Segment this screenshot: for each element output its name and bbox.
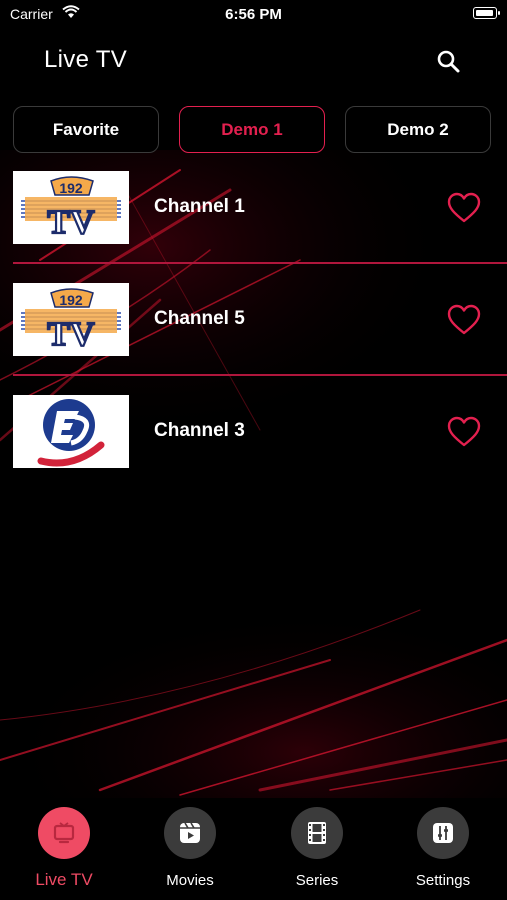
favorite-heart-icon[interactable] [447, 416, 481, 448]
search-icon[interactable] [435, 48, 463, 76]
tv-icon [38, 807, 90, 859]
category-filters: Favorite Demo 1 Demo 2 [13, 106, 491, 156]
svg-text:TV: TV [47, 204, 95, 241]
tab-label: Series [295, 872, 339, 889]
channel-logo: 192 TV [13, 283, 129, 356]
filter-demo-1-button[interactable]: Demo 1 [179, 106, 325, 153]
filter-favorite-button[interactable]: Favorite [13, 106, 159, 153]
channel-name: Channel 5 [154, 308, 245, 329]
status-time: 6:56 PM [225, 6, 282, 23]
tab-series[interactable]: Series [262, 798, 372, 900]
tab-movies[interactable]: Movies [135, 798, 245, 900]
sliders-icon [417, 807, 469, 859]
tab-live-tv[interactable]: Live TV [9, 798, 119, 900]
tab-label: Settings [415, 872, 471, 889]
tv-192-logo: 192 TV [13, 171, 129, 244]
channel-name: Channel 1 [154, 196, 245, 217]
header: Live TV [0, 40, 507, 84]
tv-192-logo: 192 TV [13, 283, 129, 356]
favorite-heart-icon[interactable] [447, 304, 481, 336]
channel-row[interactable]: 192 TV Channel 1 [0, 170, 507, 282]
movies-icon [164, 807, 216, 859]
channel-logo [13, 395, 129, 468]
row-divider [13, 262, 507, 264]
page-title: Live TV [44, 46, 128, 73]
status-bar: Carrier 6:56 PM [0, 0, 507, 30]
tab-settings[interactable]: Settings [388, 798, 498, 900]
tab-label: Movies [166, 872, 214, 889]
e3-logo [13, 395, 129, 468]
film-strip-icon [291, 807, 343, 859]
filter-demo-2-button[interactable]: Demo 2 [345, 106, 491, 153]
channel-name: Channel 3 [154, 420, 245, 441]
channel-logo: 192 TV [13, 171, 129, 244]
channel-list: 192 TV Channel 1 192 TV Channel 5 Channe… [0, 170, 507, 506]
battery-icon [473, 7, 500, 19]
row-divider [13, 374, 507, 376]
svg-text:192: 192 [59, 180, 83, 196]
channel-row[interactable]: 192 TV Channel 5 [0, 282, 507, 394]
favorite-heart-icon[interactable] [447, 192, 481, 224]
svg-text:192: 192 [59, 292, 83, 308]
tab-label: Live TV [35, 870, 93, 889]
bottom-tab-bar: Live TV Movies Series Settings [0, 798, 507, 900]
channel-row[interactable]: Channel 3 [0, 394, 507, 506]
svg-text:TV: TV [47, 316, 95, 353]
